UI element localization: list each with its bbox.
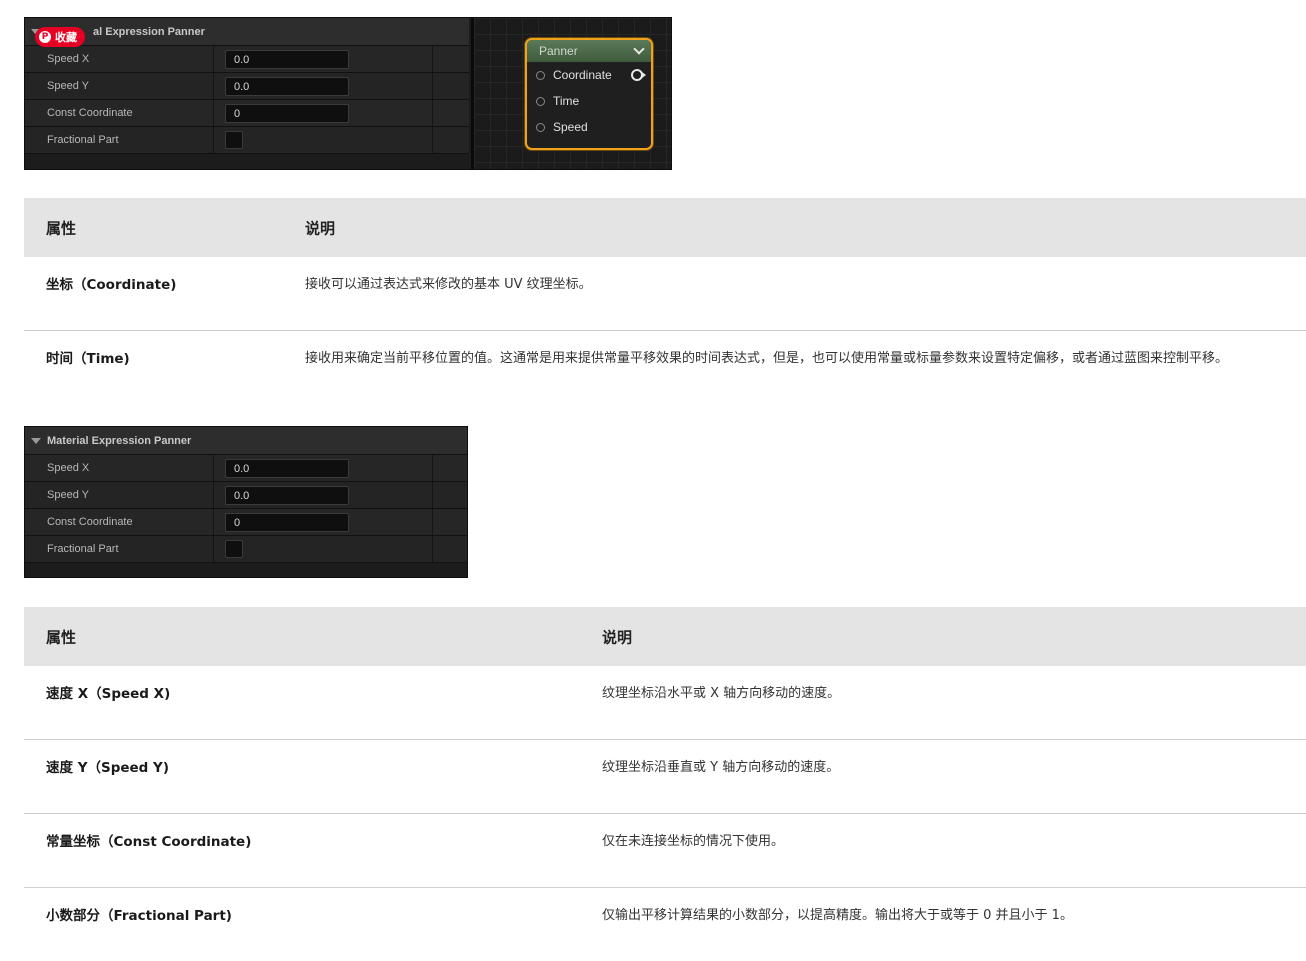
panner-node[interactable]: Panner Coordinate Time Speed: [525, 38, 653, 150]
property-label: Fractional Part: [47, 134, 119, 146]
const-coordinate-input[interactable]: 0: [225, 512, 349, 532]
property-label: Const Coordinate: [47, 516, 133, 528]
table-header: 属性 说明: [24, 607, 1306, 666]
node-title-bar[interactable]: Panner: [527, 40, 651, 62]
pin-label: Coordinate: [553, 68, 612, 82]
property-label: Speed X: [47, 462, 90, 474]
property-label: Speed X: [47, 53, 90, 65]
property-label: Speed Y: [47, 489, 90, 501]
pin-coordinate[interactable]: Coordinate: [527, 62, 651, 88]
property-label: Const Coordinate: [47, 107, 133, 119]
speed-x-input[interactable]: 0.0: [225, 458, 349, 478]
speed-y-input[interactable]: 0.0: [225, 485, 349, 505]
details-panel-1: P 收藏 al Expression Panner Speed X 0.0 Sp…: [24, 17, 672, 170]
collapse-arrow-icon[interactable]: [31, 437, 41, 444]
header-property: 属性: [46, 628, 77, 646]
input-pin-icon[interactable]: [536, 70, 545, 80]
pin-time[interactable]: Time: [527, 88, 651, 114]
property-description: 仅在未连接坐标的情况下使用。: [602, 834, 785, 849]
pin-label: Time: [553, 94, 580, 108]
panel-header[interactable]: Material Expression Panner: [25, 427, 467, 455]
const-coordinate-input[interactable]: 0: [225, 103, 349, 123]
property-row-speed-y: Speed Y 0.0: [25, 73, 469, 100]
property-name: 速度 X（Speed X): [46, 686, 171, 702]
table-row: 常量坐标（Const Coordinate) 仅在未连接坐标的情况下使用。: [24, 814, 1306, 888]
input-pin-icon[interactable]: [536, 122, 545, 132]
speed-y-input[interactable]: 0.0: [225, 76, 349, 96]
save-badge-label: 收藏: [55, 31, 77, 44]
details-panel-2: Material Expression Panner Speed X 0.0 S…: [24, 426, 468, 578]
inputs-table: 属性 说明 坐标（Coordinate) 接收可以通过表达式来修改的基本 UV …: [24, 198, 1306, 404]
property-name: 速度 Y（Speed Y): [46, 760, 169, 776]
table-row: 时间（Time) 接收用来确定当前平移位置的值。这通常是用来提供常量平移效果的时…: [24, 331, 1306, 404]
property-row-const-coordinate: Const Coordinate 0: [25, 100, 469, 127]
fractional-part-checkbox[interactable]: [225, 131, 243, 149]
header-description: 说明: [602, 628, 633, 646]
property-row-const-coordinate: Const Coordinate 0: [25, 509, 467, 536]
property-description: 接收用来确定当前平移位置的值。这通常是用来提供常量平移效果的时间表达式，但是，也…: [305, 351, 1229, 366]
property-name: 时间（Time): [46, 351, 130, 367]
table-row: 速度 Y（Speed Y) 纹理坐标沿垂直或 Y 轴方向移动的速度。: [24, 740, 1306, 814]
pinterest-icon: P: [39, 31, 51, 43]
table-header: 属性 说明: [24, 198, 1306, 257]
property-description: 接收可以通过表达式来修改的基本 UV 纹理坐标。: [305, 277, 592, 292]
property-description: 纹理坐标沿垂直或 Y 轴方向移动的速度。: [602, 760, 840, 775]
property-name: 小数部分（Fractional Part): [46, 908, 232, 924]
table-row: 小数部分（Fractional Part) 仅输出平移计算结果的小数部分，以提高…: [24, 888, 1306, 961]
table-row: 坐标（Coordinate) 接收可以通过表达式来修改的基本 UV 纹理坐标。: [24, 257, 1306, 331]
property-label: Speed Y: [47, 80, 90, 92]
chevron-down-icon[interactable]: [633, 43, 645, 55]
property-name: 坐标（Coordinate): [46, 277, 177, 293]
pin-speed[interactable]: Speed: [527, 114, 651, 140]
speed-x-input[interactable]: 0.0: [225, 49, 349, 69]
output-pin-icon[interactable]: [631, 69, 646, 81]
properties-table: 属性 说明 速度 X（Speed X) 纹理坐标沿水平或 X 轴方向移动的速度。…: [24, 607, 1306, 961]
table-row: 速度 X（Speed X) 纹理坐标沿水平或 X 轴方向移动的速度。: [24, 666, 1306, 740]
property-label: Fractional Part: [47, 543, 119, 555]
material-graph[interactable]: Panner Coordinate Time Speed: [471, 18, 671, 169]
property-row-speed-x: Speed X 0.0: [25, 46, 469, 73]
property-row-fractional-part: Fractional Part: [25, 536, 467, 563]
property-row-fractional-part: Fractional Part: [25, 127, 469, 154]
pin-label: Speed: [553, 120, 588, 134]
property-row-speed-y: Speed Y 0.0: [25, 482, 467, 509]
property-row-speed-x: Speed X 0.0: [25, 455, 467, 482]
property-name: 常量坐标（Const Coordinate): [46, 834, 252, 850]
property-description: 仅输出平移计算结果的小数部分，以提高精度。输出将大于或等于 0 并且小于 1。: [602, 908, 1073, 923]
input-pin-icon[interactable]: [536, 96, 545, 106]
header-property: 属性: [46, 219, 77, 237]
property-description: 纹理坐标沿水平或 X 轴方向移动的速度。: [602, 686, 841, 701]
panel-title: al Expression Panner: [93, 25, 205, 38]
node-title: Panner: [539, 44, 578, 58]
panel-header[interactable]: al Expression Panner: [25, 18, 469, 46]
fractional-part-checkbox[interactable]: [225, 540, 243, 558]
header-description: 说明: [305, 219, 336, 237]
panel-title: Material Expression Panner: [47, 434, 192, 447]
pinterest-save-button[interactable]: P 收藏: [35, 27, 85, 47]
